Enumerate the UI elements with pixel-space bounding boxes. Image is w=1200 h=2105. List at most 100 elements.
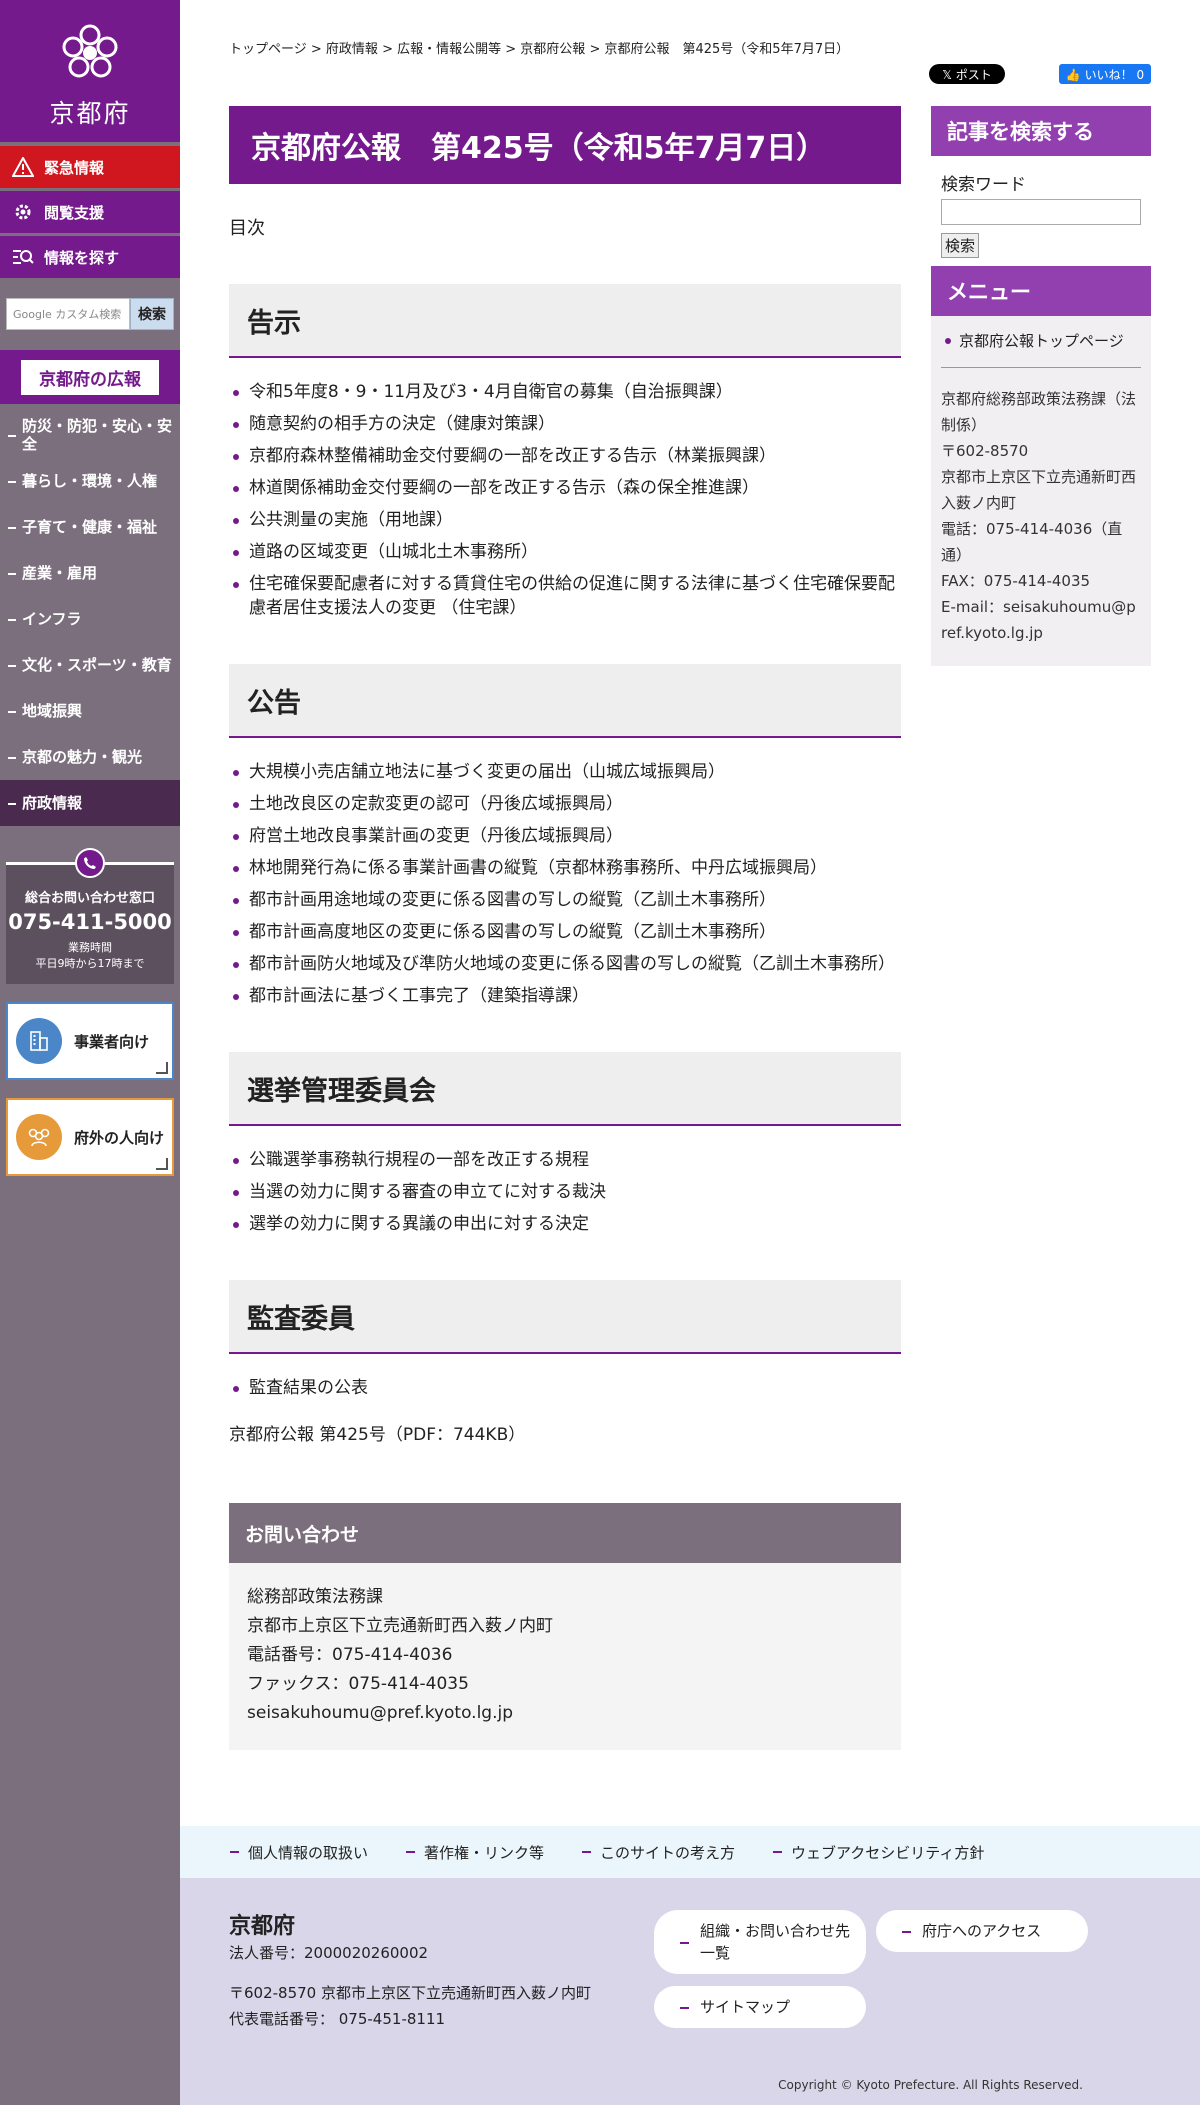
kyoto-crest-icon (62, 24, 118, 78)
emergency-info-label: 緊急情報 (44, 158, 105, 177)
nav-item-government[interactable]: 府政情報 (0, 780, 180, 826)
footer-link-accessibility[interactable]: ウェブアクセシビリティ方針 (773, 1842, 984, 1863)
page-title: 京都府公報 第425号（令和5年7月7日） (229, 106, 901, 184)
org-contact-list-button[interactable]: 組織・お問い合わせ先一覧 (654, 1910, 866, 1974)
footer-links: 個人情報の取扱い 著作権・リンク等 このサイトの考え方 ウェブアクセシビリティ方… (180, 1826, 1200, 1878)
inquiry-phone-link[interactable]: 電話番号：075-414-4036 (247, 1645, 452, 1665)
inquiry-box: 総務部政策法務課 京都市上京区下立売通新町西入薮ノ内町 電話番号：075-414… (229, 1563, 901, 1750)
article-search: 検索ワード 検索 (931, 156, 1151, 266)
nav-item-culture[interactable]: 文化・スポーツ・教育 (0, 642, 180, 688)
list-item[interactable]: 都市計画防火地域及び準防火地域の変更に係る図書の写しの縦覧（乙訓土木事務所） (229, 952, 901, 976)
footer-link-privacy[interactable]: 個人情報の取扱い (230, 1842, 368, 1863)
pdf-link[interactable]: 京都府公報 第425号（PDF：744KB） (229, 1420, 525, 1445)
visitors-card-link[interactable]: 府外の人向け (6, 1098, 174, 1176)
phone-icon (75, 848, 105, 878)
list-item[interactable]: 林地開発行為に係る事業計画書の縦覧（京都林務事務所、中丹広域振興局） (229, 856, 901, 880)
business-card-link[interactable]: 事業者向け (6, 1002, 174, 1080)
right-column: 記事を検索する 検索ワード 検索 メニュー 京都府公報トップページ 京都府総務部… (931, 106, 1151, 666)
section-heading: 選挙管理委員会 (229, 1052, 901, 1126)
breadcrumb-link[interactable]: トップページ (229, 42, 307, 57)
contact-title: 総合お問い合わせ窓口 (24, 891, 155, 906)
list-item[interactable]: 随意契約の相手方の決定（健康対策課） (229, 412, 901, 436)
category-nav: 防災・防犯・安心・安全 暮らし・環境・人権 子育て・健康・福祉 産業・雇用 イン… (0, 412, 180, 826)
list-item[interactable]: 道路の区域変更（山城北土木事務所） (229, 540, 901, 564)
article-search-button[interactable]: 検索 (941, 233, 980, 258)
list-item[interactable]: 京都府森林整備補助金交付要綱の一部を改正する告示（林業振興課） (229, 444, 901, 468)
x-post-button[interactable]: 𝕏 ポスト (929, 64, 1005, 84)
site-logo[interactable]: 京都府 (0, 0, 180, 142)
section-heading: 告示 (229, 284, 901, 358)
visitors-card-label: 府外の人向け (74, 1128, 165, 1147)
election-list: 公職選挙事務執行規程の一部を改正する規程 当選の効力に関する審査の申立てに対する… (229, 1148, 901, 1236)
list-item[interactable]: 公職選挙事務執行規程の一部を改正する規程 (229, 1148, 901, 1172)
nav-item-regional[interactable]: 地域振興 (0, 688, 180, 734)
breadcrumb-link[interactable]: 府政情報 (326, 42, 378, 57)
list-item[interactable]: 選挙の効力に関する異議の申出に対する決定 (229, 1212, 901, 1236)
google-search-input[interactable]: Google カスタム検索 (6, 298, 130, 330)
find-info-label: 情報を探す (44, 248, 120, 267)
search-word-input[interactable] (941, 199, 1141, 225)
list-item[interactable]: 都市計画法に基づく工事完了（建築指導課） (229, 984, 901, 1008)
list-item[interactable]: 都市計画高度地区の変更に係る図書の写しの縦覧（乙訓土木事務所） (229, 920, 901, 944)
announcement-list: 大規模小売店舗立地法に基づく変更の届出（山城広域振興局） 土地改良区の定款変更の… (229, 760, 901, 1008)
contact-address: 京都府総務部政策法務課（法制係） 〒602-8570 京都市上京区下立売通新町西… (941, 390, 1137, 642)
gazette-top-link[interactable]: 京都府公報トップページ (959, 332, 1124, 350)
contact-hours-label: 業務時間 (68, 941, 112, 954)
list-item[interactable]: 令和5年度8・9・11月及び3・4月自衛官の募集（自治振興課） (229, 380, 901, 404)
inquiry-heading: お問い合わせ (229, 1503, 901, 1563)
list-item[interactable]: 都市計画用途地域の変更に係る図書の写しの縦覧（乙訓土木事務所） (229, 888, 901, 912)
notice-list: 令和5年度8・9・11月及び3・4月自衛官の募集（自治振興課） 随意契約の相手方… (229, 380, 901, 620)
accessibility-label: 閲覧支援 (44, 203, 105, 222)
nav-item-tourism[interactable]: 京都の魅力・観光 (0, 734, 180, 780)
inquiry-email-link[interactable]: seisakuhoumu@pref.kyoto.lg.jp (247, 1703, 513, 1723)
google-search-button[interactable]: 検索 (130, 298, 174, 330)
search-word-label: 検索ワード (941, 175, 1026, 195)
facebook-like-button[interactable]: 👍 いいね！ 0 (1059, 64, 1151, 84)
breadcrumb: トップページ > 府政情報 > 広報・情報公開等 > 京都府公報 > 京都府公報… (229, 42, 850, 57)
breadcrumb-link[interactable]: 広報・情報公開等 (397, 42, 501, 57)
sitemap-button[interactable]: サイトマップ (654, 1986, 866, 2028)
nav-item-industry[interactable]: 産業・雇用 (0, 550, 180, 596)
access-button[interactable]: 府庁へのアクセス (876, 1910, 1088, 1952)
breadcrumb-current: 京都府公報 第425号（令和5年7月7日） (604, 42, 850, 57)
breadcrumb-link[interactable]: 京都府公報 (520, 42, 585, 57)
find-info-button[interactable]: 情報を探す (0, 236, 180, 278)
people-icon (16, 1114, 62, 1160)
list-item[interactable]: 当選の効力に関する審査の申立てに対する裁決 (229, 1180, 901, 1204)
google-search: Google カスタム検索 検索 (6, 298, 174, 330)
contact-window[interactable]: 総合お問い合わせ窓口 075-411-5000 業務時間 平日9時から17時まで (6, 848, 174, 984)
gear-icon (12, 201, 34, 223)
footer: 京都府 法人番号：2000020260002 〒602-8570 京都市上京区下… (180, 1878, 1200, 2105)
inquiry-fax: ファックス：075-414-4035 (247, 1674, 469, 1694)
copyright: Copyright © Kyoto Prefecture. All Rights… (778, 2078, 1083, 2092)
search-list-icon (12, 246, 34, 268)
nav-item-infra[interactable]: インフラ (0, 596, 180, 642)
kyoto-pr-label[interactable]: 京都府の広報 (21, 359, 159, 395)
footer-address: 〒602-8570 京都市上京区下立売通新町西入薮ノ内町 (229, 1984, 591, 2002)
list-item[interactable]: 監査結果の公表 (229, 1376, 901, 1400)
nav-item-life[interactable]: 暮らし・環境・人権 (0, 458, 180, 504)
section-heading: 公告 (229, 664, 901, 738)
list-item[interactable]: 土地改良区の定款変更の認可（丹後広域振興局） (229, 792, 901, 816)
nav-item-disaster[interactable]: 防災・防犯・安心・安全 (0, 412, 180, 458)
list-item[interactable]: 府営土地改良事業計画の変更（丹後広域振興局） (229, 824, 901, 848)
list-item[interactable]: 住宅確保要配慮者に対する賃貸住宅の供給の促進に関する法律に基づく住宅確保要配慮者… (229, 572, 901, 620)
list-item[interactable]: 公共測量の実施（用地課） (229, 508, 901, 532)
accessibility-button[interactable]: 閲覧支援 (0, 191, 180, 233)
emergency-info-button[interactable]: 緊急情報 (0, 146, 180, 188)
list-item[interactable]: 林道関係補助金交付要綱の一部を改正する告示（森の保全推進課） (229, 476, 901, 500)
contact-hours: 平日9時から17時まで (35, 957, 145, 970)
list-item[interactable]: 大規模小売店舗立地法に基づく変更の届出（山城広域振興局） (229, 760, 901, 784)
footer-main-phone: 代表電話番号： 075-451-8111 (229, 2010, 446, 2028)
corner-arrow-icon (156, 1158, 168, 1170)
logo-text: 京都府 (49, 99, 131, 128)
business-card-label: 事業者向け (74, 1032, 150, 1051)
building-icon (16, 1018, 62, 1064)
main-content: 京都府公報 第425号（令和5年7月7日） 目次 告示 令和5年度8・9・11月… (229, 106, 901, 1750)
footer-link-policy[interactable]: このサイトの考え方 (582, 1842, 735, 1863)
menu-box: 京都府公報トップページ 京都府総務部政策法務課（法制係） 〒602-8570 京… (931, 316, 1151, 666)
nav-item-childcare[interactable]: 子育て・健康・福祉 (0, 504, 180, 550)
section-heading: 監査委員 (229, 1280, 901, 1354)
divider (941, 367, 1141, 368)
footer-link-copyright[interactable]: 著作権・リンク等 (406, 1842, 544, 1863)
